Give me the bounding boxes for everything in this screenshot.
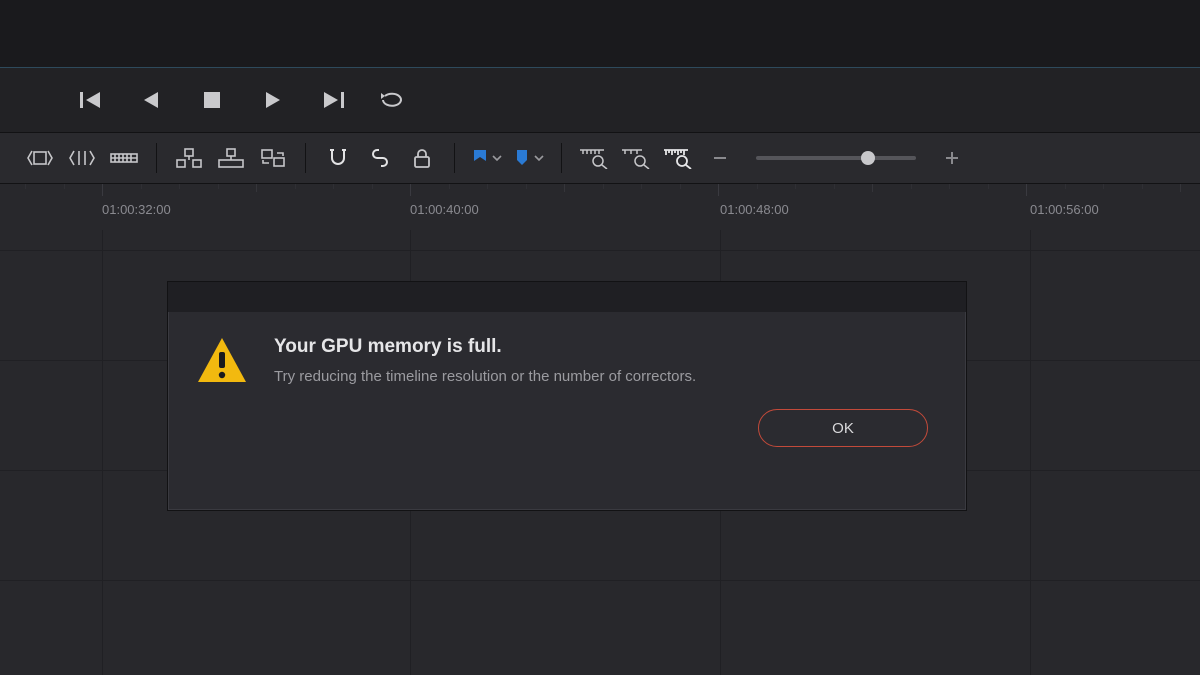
timecode-label: 01:00:56:00 bbox=[1030, 202, 1099, 217]
edit-toolbar bbox=[0, 132, 1200, 184]
zoom-slider-thumb[interactable] bbox=[861, 151, 875, 165]
lock-button[interactable] bbox=[406, 142, 438, 174]
chevron-down-icon bbox=[491, 152, 503, 164]
zoom-slider[interactable] bbox=[756, 156, 916, 160]
dialog-title: Your GPU memory is full. bbox=[274, 336, 696, 358]
toolbar-separator bbox=[561, 143, 562, 173]
play-reverse-button[interactable] bbox=[136, 84, 168, 116]
timeline-ruler[interactable]: 01:00:32:00 01:00:40:00 01:00:48:00 01:0… bbox=[0, 184, 1200, 230]
window-titlebar bbox=[0, 0, 1200, 68]
snap-button[interactable] bbox=[322, 142, 354, 174]
chevron-down-icon bbox=[533, 152, 545, 164]
zoom-custom-button[interactable] bbox=[620, 142, 652, 174]
zoom-detail-button[interactable] bbox=[662, 142, 694, 174]
replace-clip-button[interactable] bbox=[257, 142, 289, 174]
timecode-label: 01:00:48:00 bbox=[720, 202, 789, 217]
dialog-titlebar[interactable] bbox=[168, 282, 966, 312]
timecode-label: 01:00:32:00 bbox=[102, 202, 171, 217]
stop-button[interactable] bbox=[196, 84, 228, 116]
play-button[interactable] bbox=[256, 84, 288, 116]
zoom-in-button[interactable] bbox=[936, 142, 968, 174]
timecode-label: 01:00:40:00 bbox=[410, 202, 479, 217]
zoom-fit-button[interactable] bbox=[578, 142, 610, 174]
link-button[interactable] bbox=[364, 142, 396, 174]
toolbar-separator bbox=[454, 143, 455, 173]
overwrite-clip-button[interactable] bbox=[215, 142, 247, 174]
zoom-out-button[interactable] bbox=[704, 142, 736, 174]
first-frame-button[interactable] bbox=[76, 84, 108, 116]
selection-mode-button[interactable] bbox=[24, 142, 56, 174]
app-root: 01:00:32:00 01:00:40:00 01:00:48:00 01:0… bbox=[0, 0, 1200, 675]
gpu-memory-dialog: Your GPU memory is full. Try reducing th… bbox=[167, 281, 967, 511]
position-marker-button[interactable] bbox=[513, 142, 545, 174]
toolbar-separator bbox=[156, 143, 157, 173]
dynamic-trim-button[interactable] bbox=[108, 142, 140, 174]
toolbar-separator bbox=[305, 143, 306, 173]
loop-button[interactable] bbox=[376, 84, 408, 116]
trim-mode-button[interactable] bbox=[66, 142, 98, 174]
warning-icon bbox=[196, 336, 248, 389]
flag-marker-button[interactable] bbox=[471, 142, 503, 174]
last-frame-button[interactable] bbox=[316, 84, 348, 116]
dialog-message: Try reducing the timeline resolution or … bbox=[274, 368, 696, 385]
transport-bar bbox=[0, 68, 1200, 132]
ok-button[interactable]: OK bbox=[758, 409, 928, 447]
insert-clip-button[interactable] bbox=[173, 142, 205, 174]
